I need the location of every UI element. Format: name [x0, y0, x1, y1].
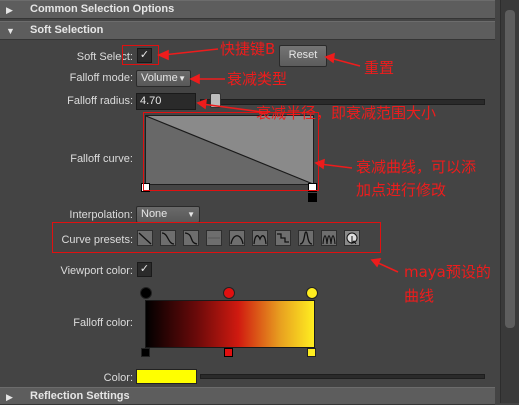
falloff-color-stop-red-icon[interactable] [224, 348, 233, 357]
viewport-color-label: Viewport color: [60, 265, 133, 277]
interpolation-value: None [141, 208, 168, 220]
falloff-mode-dropdown[interactable]: Volume ▼ [136, 70, 191, 87]
chevron-down-icon: ▼ [187, 210, 195, 219]
annotation-curve-line1: 衰减曲线，可以添 [356, 158, 477, 176]
annotation-box-soft-select [122, 45, 159, 65]
section-reflection-settings[interactable]: ▶ Reflection Settings [0, 387, 495, 405]
falloff-color-stop-black-icon[interactable] [141, 348, 150, 357]
section-title: Reflection Settings [30, 390, 130, 402]
annotation-reset: 重置 [364, 59, 395, 77]
falloff-color-marker-red-icon[interactable] [223, 287, 235, 299]
annotation-presets-line2: 曲线 [404, 287, 435, 305]
section-soft-selection[interactable]: ▼ Soft Selection [0, 21, 495, 40]
falloff-radius-field[interactable]: 4.70 [136, 93, 196, 110]
color-swatch[interactable] [136, 369, 197, 384]
viewport-color-checkbox[interactable]: ✓ [137, 262, 152, 277]
annotation-box-curve-presets [52, 222, 381, 253]
annotation-shortcut: 快捷键B [220, 40, 276, 58]
falloff-curve-label: Falloff curve: [70, 153, 133, 165]
reset-button[interactable]: Reset [279, 45, 327, 67]
interpolation-dropdown[interactable]: None ▼ [136, 206, 200, 223]
falloff-color-label: Falloff color: [73, 317, 133, 329]
annotation-presets-line1: maya预设的 [404, 263, 491, 281]
falloff-color-marker-yellow-icon[interactable] [306, 287, 318, 299]
expanded-arrow-icon: ▼ [6, 26, 15, 36]
falloff-mode-label: Falloff mode: [69, 72, 133, 84]
falloff-radius-slider-handle[interactable] [210, 93, 221, 108]
falloff-radius-label: Falloff radius: [67, 95, 133, 107]
section-common-selection-options[interactable]: ▶ Common Selection Options [0, 0, 495, 19]
falloff-color-marker-black-icon[interactable] [140, 287, 152, 299]
section-title: Common Selection Options [30, 3, 175, 15]
collapsed-arrow-icon: ▶ [6, 392, 13, 402]
section-title: Soft Selection [30, 24, 104, 36]
falloff-color-stop-yellow-icon[interactable] [307, 348, 316, 357]
collapsed-arrow-icon: ▶ [6, 5, 13, 15]
interpolation-label: Interpolation: [69, 209, 133, 221]
annotation-falloff-type: 衰减类型 [227, 70, 288, 88]
falloff-mode-value: Volume [141, 72, 178, 84]
color-slider-track[interactable] [200, 374, 485, 379]
vertical-scrollbar[interactable] [500, 0, 519, 403]
falloff-color-gradient[interactable] [145, 300, 315, 348]
curve-point-selected-icon[interactable] [308, 193, 317, 202]
color-label: Color: [103, 372, 133, 384]
chevron-down-icon: ▼ [178, 74, 186, 83]
scrollbar-thumb[interactable] [505, 10, 515, 328]
annotation-falloff-radius: 衰减半径，即衰减范围大小 [256, 104, 437, 122]
annotation-box-falloff-curve [143, 112, 319, 191]
annotation-curve-line2: 加点进行修改 [356, 181, 447, 199]
